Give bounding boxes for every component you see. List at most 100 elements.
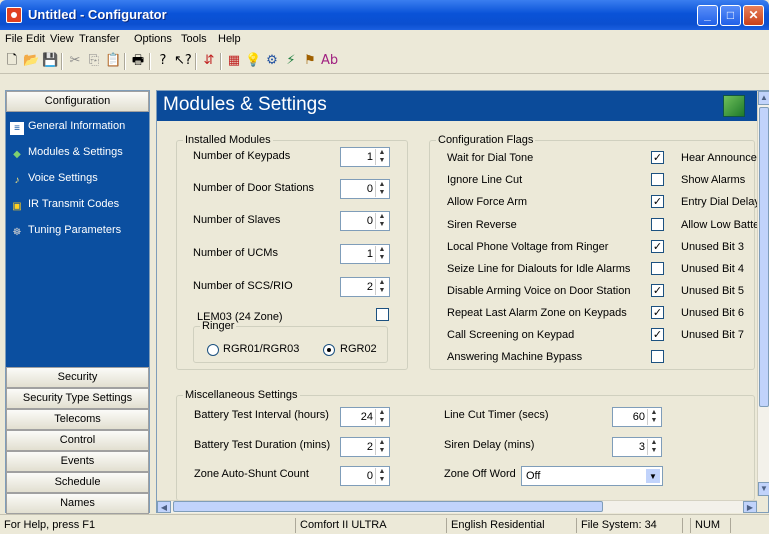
spinner-arrows-icon[interactable]: ▲ ▼ (375, 468, 388, 484)
paste-icon[interactable]: 📋 (105, 53, 121, 69)
horizontal-scrollbar[interactable]: ◀ ▶ (157, 500, 757, 513)
line-cut-timer-spinner[interactable]: 60 ▲ ▼ (612, 407, 662, 427)
spinner-arrows-icon[interactable]: ▲ ▼ (375, 149, 388, 165)
close-button[interactable]: ✕ (743, 5, 764, 26)
wand-icon[interactable]: ⚡ (283, 53, 299, 69)
tuning-icon: ☸ (12, 227, 22, 238)
context-help-icon[interactable]: ↖? (174, 53, 192, 69)
flag-checkbox[interactable]: ✓ (651, 195, 664, 208)
flag-checkbox[interactable] (651, 218, 664, 231)
ucms-spinner[interactable]: 1 ▲ ▼ (340, 244, 390, 264)
open-icon[interactable]: 📂 (23, 53, 39, 69)
zone-auto-shunt-label: Zone Auto-Shunt Count (194, 468, 309, 480)
menu-bar: File Edit View Transfer Options Tools He… (0, 30, 769, 49)
tools-icon[interactable]: ⚙ (264, 53, 280, 69)
status-resize-grip (730, 518, 769, 533)
scs-rio-spinner[interactable]: 2 ▲ ▼ (340, 277, 390, 297)
nav-item-tuning-parameters[interactable]: ☸ Tuning Parameters (10, 222, 122, 238)
zone-auto-shunt-spinner[interactable]: 0 ▲ ▼ (340, 466, 390, 486)
nav-section-schedule[interactable]: Schedule (6, 472, 149, 493)
menu-file[interactable]: File (5, 33, 23, 45)
flag-checkbox[interactable] (651, 262, 664, 275)
nav-section-security-type-settings[interactable]: Security Type Settings (6, 388, 149, 409)
bulb-icon[interactable]: 💡 (245, 53, 261, 69)
door-stations-spinner[interactable]: 0 ▲ ▼ (340, 179, 390, 199)
chevron-down-icon[interactable]: ▼ (645, 468, 661, 484)
zone-off-word-select[interactable]: Off ▼ (521, 466, 663, 486)
voice-icon: ♪ (14, 175, 20, 186)
flag-checkbox[interactable]: ✓ (651, 240, 664, 253)
spinner-arrows-icon[interactable]: ▲ ▼ (647, 409, 660, 425)
scroll-down-icon[interactable]: ▼ (758, 482, 769, 496)
new-icon[interactable]: 🗋 (4, 53, 20, 69)
flag-label: Siren Reverse (447, 219, 517, 231)
nav-item-voice-settings[interactable]: ♪ Voice Settings (10, 170, 98, 186)
cut-icon[interactable]: ✂ (67, 53, 83, 69)
tag-icon[interactable]: ⚑ (302, 53, 318, 69)
spinner-arrows-icon[interactable]: ▲ ▼ (375, 409, 388, 425)
nav-section-names[interactable]: Names (6, 493, 149, 514)
misc-settings-legend: Miscellaneous Settings (185, 389, 298, 401)
slaves-spinner[interactable]: 0 ▲ ▼ (340, 211, 390, 231)
spinner-arrows-icon[interactable]: ▲ ▼ (375, 213, 388, 229)
minimize-button[interactable]: _ (697, 5, 718, 26)
document-icon: ≡ (10, 122, 24, 135)
flag-label-right: Show Alarms (681, 174, 746, 186)
nav-section-control[interactable]: Control (6, 430, 149, 451)
menu-view[interactable]: View (50, 33, 74, 45)
battery-duration-spinner[interactable]: 2 ▲ ▼ (340, 437, 390, 457)
spinner-arrows-icon[interactable]: ▲ ▼ (375, 279, 388, 295)
horizontal-scroll-thumb[interactable] (173, 501, 603, 512)
nav-item-ir-transmit-codes[interactable]: ▣ IR Transmit Codes (10, 196, 119, 212)
window-title: Untitled - Configurator (28, 7, 167, 22)
abc-icon[interactable]: Ab (321, 53, 338, 69)
help-icon[interactable]: ? (155, 53, 171, 69)
print-icon[interactable]: 🖶 (130, 53, 146, 69)
nav-section-telecoms[interactable]: Telecoms (6, 409, 149, 430)
spinner-arrows-icon[interactable]: ▲ ▼ (375, 439, 388, 455)
toolbar: 🗋 📂 💾 ✂ ⎘ 📋 🖶 ? ↖? ⇵ ▦ 💡 ⚙ ⚡ ⚑ Ab (0, 49, 769, 74)
flag-checkbox[interactable]: ✓ (651, 151, 664, 164)
keypads-spinner[interactable]: 1 ▲ ▼ (340, 147, 390, 167)
menu-tools[interactable]: Tools (181, 33, 207, 45)
scroll-up-icon[interactable]: ▲ (758, 91, 769, 105)
scroll-left-icon[interactable]: ◀ (157, 501, 171, 513)
flag-checkbox[interactable]: ✓ (651, 306, 664, 319)
module-icon: ◆ (13, 149, 21, 160)
menu-options[interactable]: Options (134, 33, 172, 45)
nav-item-general-information[interactable]: ≡ General Information (10, 118, 125, 135)
ringer-radio-rgr02[interactable] (323, 344, 335, 356)
scroll-right-icon[interactable]: ▶ (743, 501, 757, 513)
nav-section-events[interactable]: Events (6, 451, 149, 472)
color-icon[interactable]: ▦ (226, 53, 242, 69)
keypads-label: Number of Keypads (193, 150, 291, 162)
menu-edit[interactable]: Edit (26, 33, 45, 45)
flag-label-right: Entry Dial Delay (681, 196, 757, 208)
flag-checkbox[interactable] (651, 350, 664, 363)
spinner-arrows-icon[interactable]: ▲ ▼ (375, 246, 388, 262)
flag-checkbox[interactable] (651, 173, 664, 186)
flag-checkbox[interactable]: ✓ (651, 284, 664, 297)
nav-header-configuration[interactable]: Configuration (6, 91, 149, 112)
ringer-radio-rgr01[interactable] (207, 344, 219, 356)
vertical-scrollbar[interactable]: ▲ ▼ (757, 91, 769, 496)
save-icon[interactable]: 💾 (42, 53, 58, 69)
battery-interval-spinner[interactable]: 24 ▲ ▼ (340, 407, 390, 427)
copy-icon[interactable]: ⎘ (86, 53, 102, 69)
connect-icon[interactable]: ⇵ (201, 53, 217, 69)
navigation-panel: Configuration ≡ General Information ◆ Modu… (5, 90, 150, 514)
flag-label: Wait for Dial Tone (447, 152, 534, 164)
flag-checkbox[interactable]: ✓ (651, 328, 664, 341)
title-bar[interactable]: Untitled - Configurator _ □ ✕ (0, 0, 769, 30)
menu-transfer[interactable]: Transfer (79, 33, 120, 45)
nav-item-modules-settings[interactable]: ◆ Modules & Settings (10, 144, 123, 160)
nav-section-security[interactable]: Security (6, 367, 149, 388)
vertical-scroll-thumb[interactable] (759, 107, 769, 407)
spinner-arrows-icon[interactable]: ▲ ▼ (375, 181, 388, 197)
ucms-label: Number of UCMs (193, 247, 278, 259)
status-num-lock: NUM (690, 518, 726, 533)
spinner-arrows-icon[interactable]: ▲ ▼ (647, 439, 660, 455)
siren-delay-spinner[interactable]: 3 ▲ ▼ (612, 437, 662, 457)
maximize-button[interactable]: □ (720, 5, 741, 26)
menu-help[interactable]: Help (218, 33, 241, 45)
